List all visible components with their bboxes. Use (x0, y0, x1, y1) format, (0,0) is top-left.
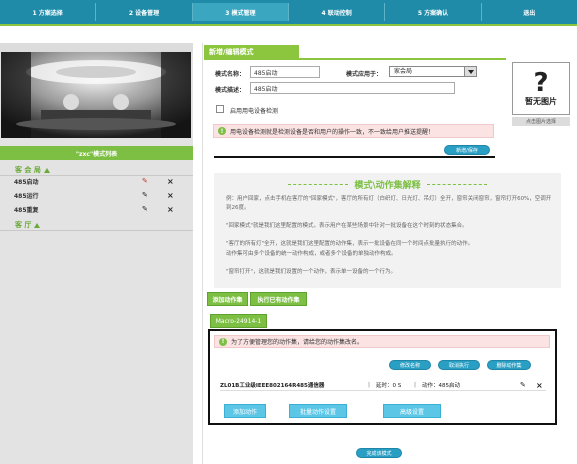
mode-name-label: 模式名称： (215, 71, 246, 78)
separator: | (414, 382, 417, 388)
tab-scheme-confirm[interactable]: 5 方案确认 (385, 3, 482, 21)
explain-paragraph: "客厅的所有灯"全开，这就是我们这里配置的动作集，表示一批设备在同一个时间点批量… (226, 241, 474, 247)
group-header-living-room[interactable]: 客 厅 (15, 220, 41, 230)
explanation-title: 模式\动作集解释 (214, 178, 561, 191)
explain-paragraph: 例：用户回家，点击手机在客厅的"回家模式"，客厅的所有灯（白织灯、日光灯、吊灯）… (226, 196, 552, 211)
macro-tab[interactable]: Macro-24914-1 (210, 314, 267, 328)
delete-icon[interactable]: × (167, 205, 174, 214)
image-placeholder-text: 暂无图片 (525, 97, 557, 106)
edit-icon[interactable]: ✎ (142, 205, 167, 213)
rename-button[interactable]: 修改名称 (389, 360, 431, 370)
macro-notice-text: 为了方便管理您的动作集，请给您的动作集改名。 (231, 339, 364, 346)
power-check-notice: ! 用电设备检测就是检测设备是否和用户的操作一致，不一致给用户推送提醒！ (213, 124, 494, 138)
save-button[interactable]: 新增/保存 (444, 145, 490, 155)
explain-paragraph: "回家模式"就是我们这里配置的模式，表示用户在某些场景中针对一批设备在这个时刻的… (226, 223, 468, 229)
info-icon: ! (219, 337, 227, 346)
mode-list-title: "zxc"模式列表 (0, 146, 193, 160)
tab-exit[interactable]: 退出 (482, 3, 577, 21)
mode-name: 485重复 (14, 206, 39, 214)
title-dash-left (288, 184, 349, 185)
cancel-run-button[interactable]: 取消执行 (438, 360, 480, 370)
edit-icon[interactable]: ✎ (142, 177, 167, 185)
apply-to-select[interactable]: 家会局 (389, 66, 477, 77)
delete-icon[interactable]: × (536, 381, 543, 390)
edit-icon[interactable]: ✎ (520, 381, 536, 389)
action-name: 动作：485启动 (422, 383, 460, 389)
edit-icon[interactable]: ✎ (142, 191, 167, 199)
delete-action-set-button[interactable]: 删除动作集 (487, 360, 531, 370)
delete-icon[interactable]: × (167, 177, 174, 186)
nav-underline (0, 24, 577, 26)
select-image-button[interactable]: 点击图片选择 (512, 117, 570, 126)
divider (0, 230, 193, 231)
apply-to-value: 家会局 (394, 68, 413, 75)
tab-scheme-select[interactable]: 1 方案选择 (0, 3, 97, 21)
info-icon: ! (218, 127, 226, 135)
group-name-home: 客 会 局 (15, 166, 41, 174)
separator: | (368, 382, 371, 388)
explain-paragraph: 动作集可由多个设备的统一动作构成，或者多个设备的单独动作构成。 (226, 251, 397, 257)
question-mark-icon: ? (533, 68, 549, 98)
mode-name: 485运行 (14, 192, 39, 200)
tab-device-manage[interactable]: 2 设备管理 (96, 3, 193, 21)
divider-line (214, 156, 495, 158)
add-action-button[interactable]: 添加动作 (224, 404, 266, 418)
mode-list-item[interactable]: 485启动 ✎ × (14, 175, 184, 187)
explanation-title-text: 模式\动作集解释 (354, 181, 421, 191)
chevron-down-icon (464, 67, 476, 76)
mode-list-item[interactable]: 485运行 ✎ × (14, 189, 184, 201)
finish-mode-button[interactable]: 完成该模式 (356, 448, 402, 458)
group-header-home[interactable]: 客 会 局 (15, 165, 50, 175)
advanced-setting-button[interactable]: 高级设置 (383, 404, 441, 418)
action-delay: 延时：0 S (376, 383, 402, 389)
explain-paragraph: "窗帘打开"，这就是我们设置的一个动作，表示单一设备的一个行为。 (226, 269, 397, 275)
collapse-arrow-icon (43, 167, 50, 173)
run-existing-set-button[interactable]: 执行已有动作集 (250, 292, 307, 306)
mode-name-input[interactable] (250, 66, 320, 78)
notice-text: 用电设备检测就是检测设备是否和用户的操作一致，不一致给用户推送提醒！ (230, 128, 435, 136)
apply-to-label: 模式应用于： (346, 71, 383, 78)
batch-action-setting-button[interactable]: 批量动作设置 (289, 404, 347, 418)
scene-photo (1, 52, 191, 138)
collapse-arrow-icon (34, 222, 41, 228)
tab-linkage-control[interactable]: 4 联动控制 (289, 3, 386, 21)
delete-icon[interactable]: × (167, 191, 174, 200)
mode-desc-label: 模式描述： (215, 87, 246, 94)
group-name-living-room: 客 厅 (15, 221, 32, 229)
mode-name: 485启动 (14, 178, 39, 186)
mode-desc-input[interactable] (250, 82, 455, 94)
add-action-set-button[interactable]: 添加动作集 (207, 292, 248, 306)
panel-title-underline (204, 58, 506, 60)
title-dash-right (426, 184, 487, 185)
mode-image-placeholder[interactable]: ? 暂无图片 (512, 62, 570, 115)
top-nav: 1 方案选择 2 设备管理 3 模式管理 4 联动控制 5 方案确认 退出 (0, 0, 577, 24)
tab-mode-manage[interactable]: 3 模式管理 (192, 3, 289, 21)
action-row: ZL01B工业级IEEE802164R485通信器 | 延时：0 S | 动作：… (220, 380, 546, 391)
power-check-label: 启用用电设备检测 (230, 108, 279, 115)
power-check-checkbox[interactable] (216, 105, 224, 113)
panel-title: 新增/编辑模式 (204, 45, 299, 58)
action-device: ZL01B工业级IEEE802164R485通信器 (220, 383, 325, 389)
macro-notice: ! 为了方便管理您的动作集，请给您的动作集改名。 (214, 335, 550, 348)
mode-list-item[interactable]: 485重复 ✎ × (14, 203, 184, 215)
